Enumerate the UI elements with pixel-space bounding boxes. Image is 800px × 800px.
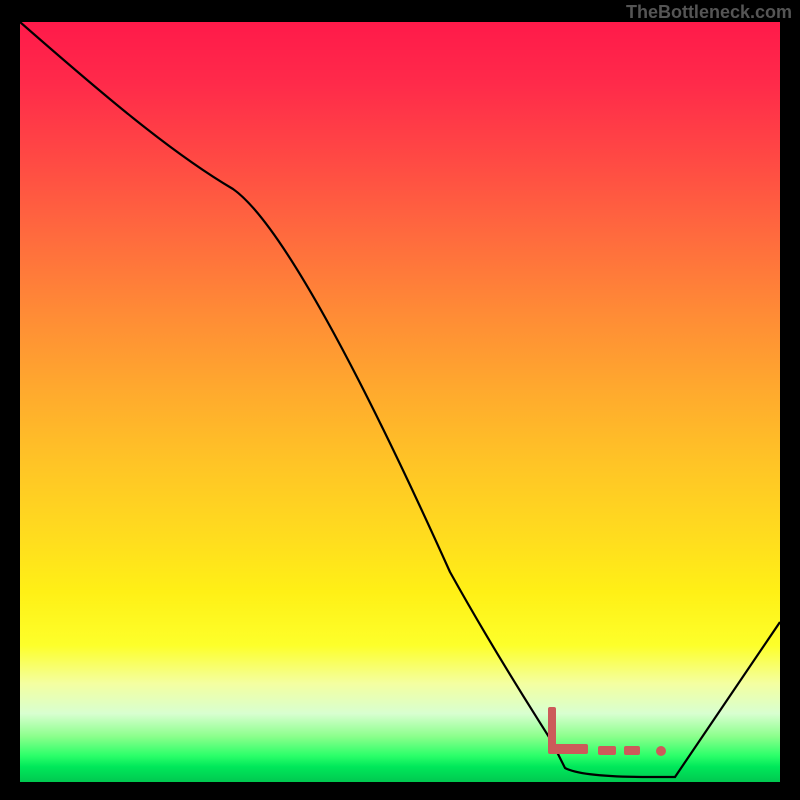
marker-dash-1 (598, 746, 616, 755)
marker-dash-2 (624, 746, 640, 755)
marker-vertical (548, 707, 556, 747)
chart-line-curve (20, 22, 780, 782)
marker-dot-1 (656, 746, 666, 756)
marker-l-bottom (548, 744, 588, 754)
watermark-text: TheBottleneck.com (626, 2, 792, 23)
chart-plot-area (20, 22, 780, 782)
